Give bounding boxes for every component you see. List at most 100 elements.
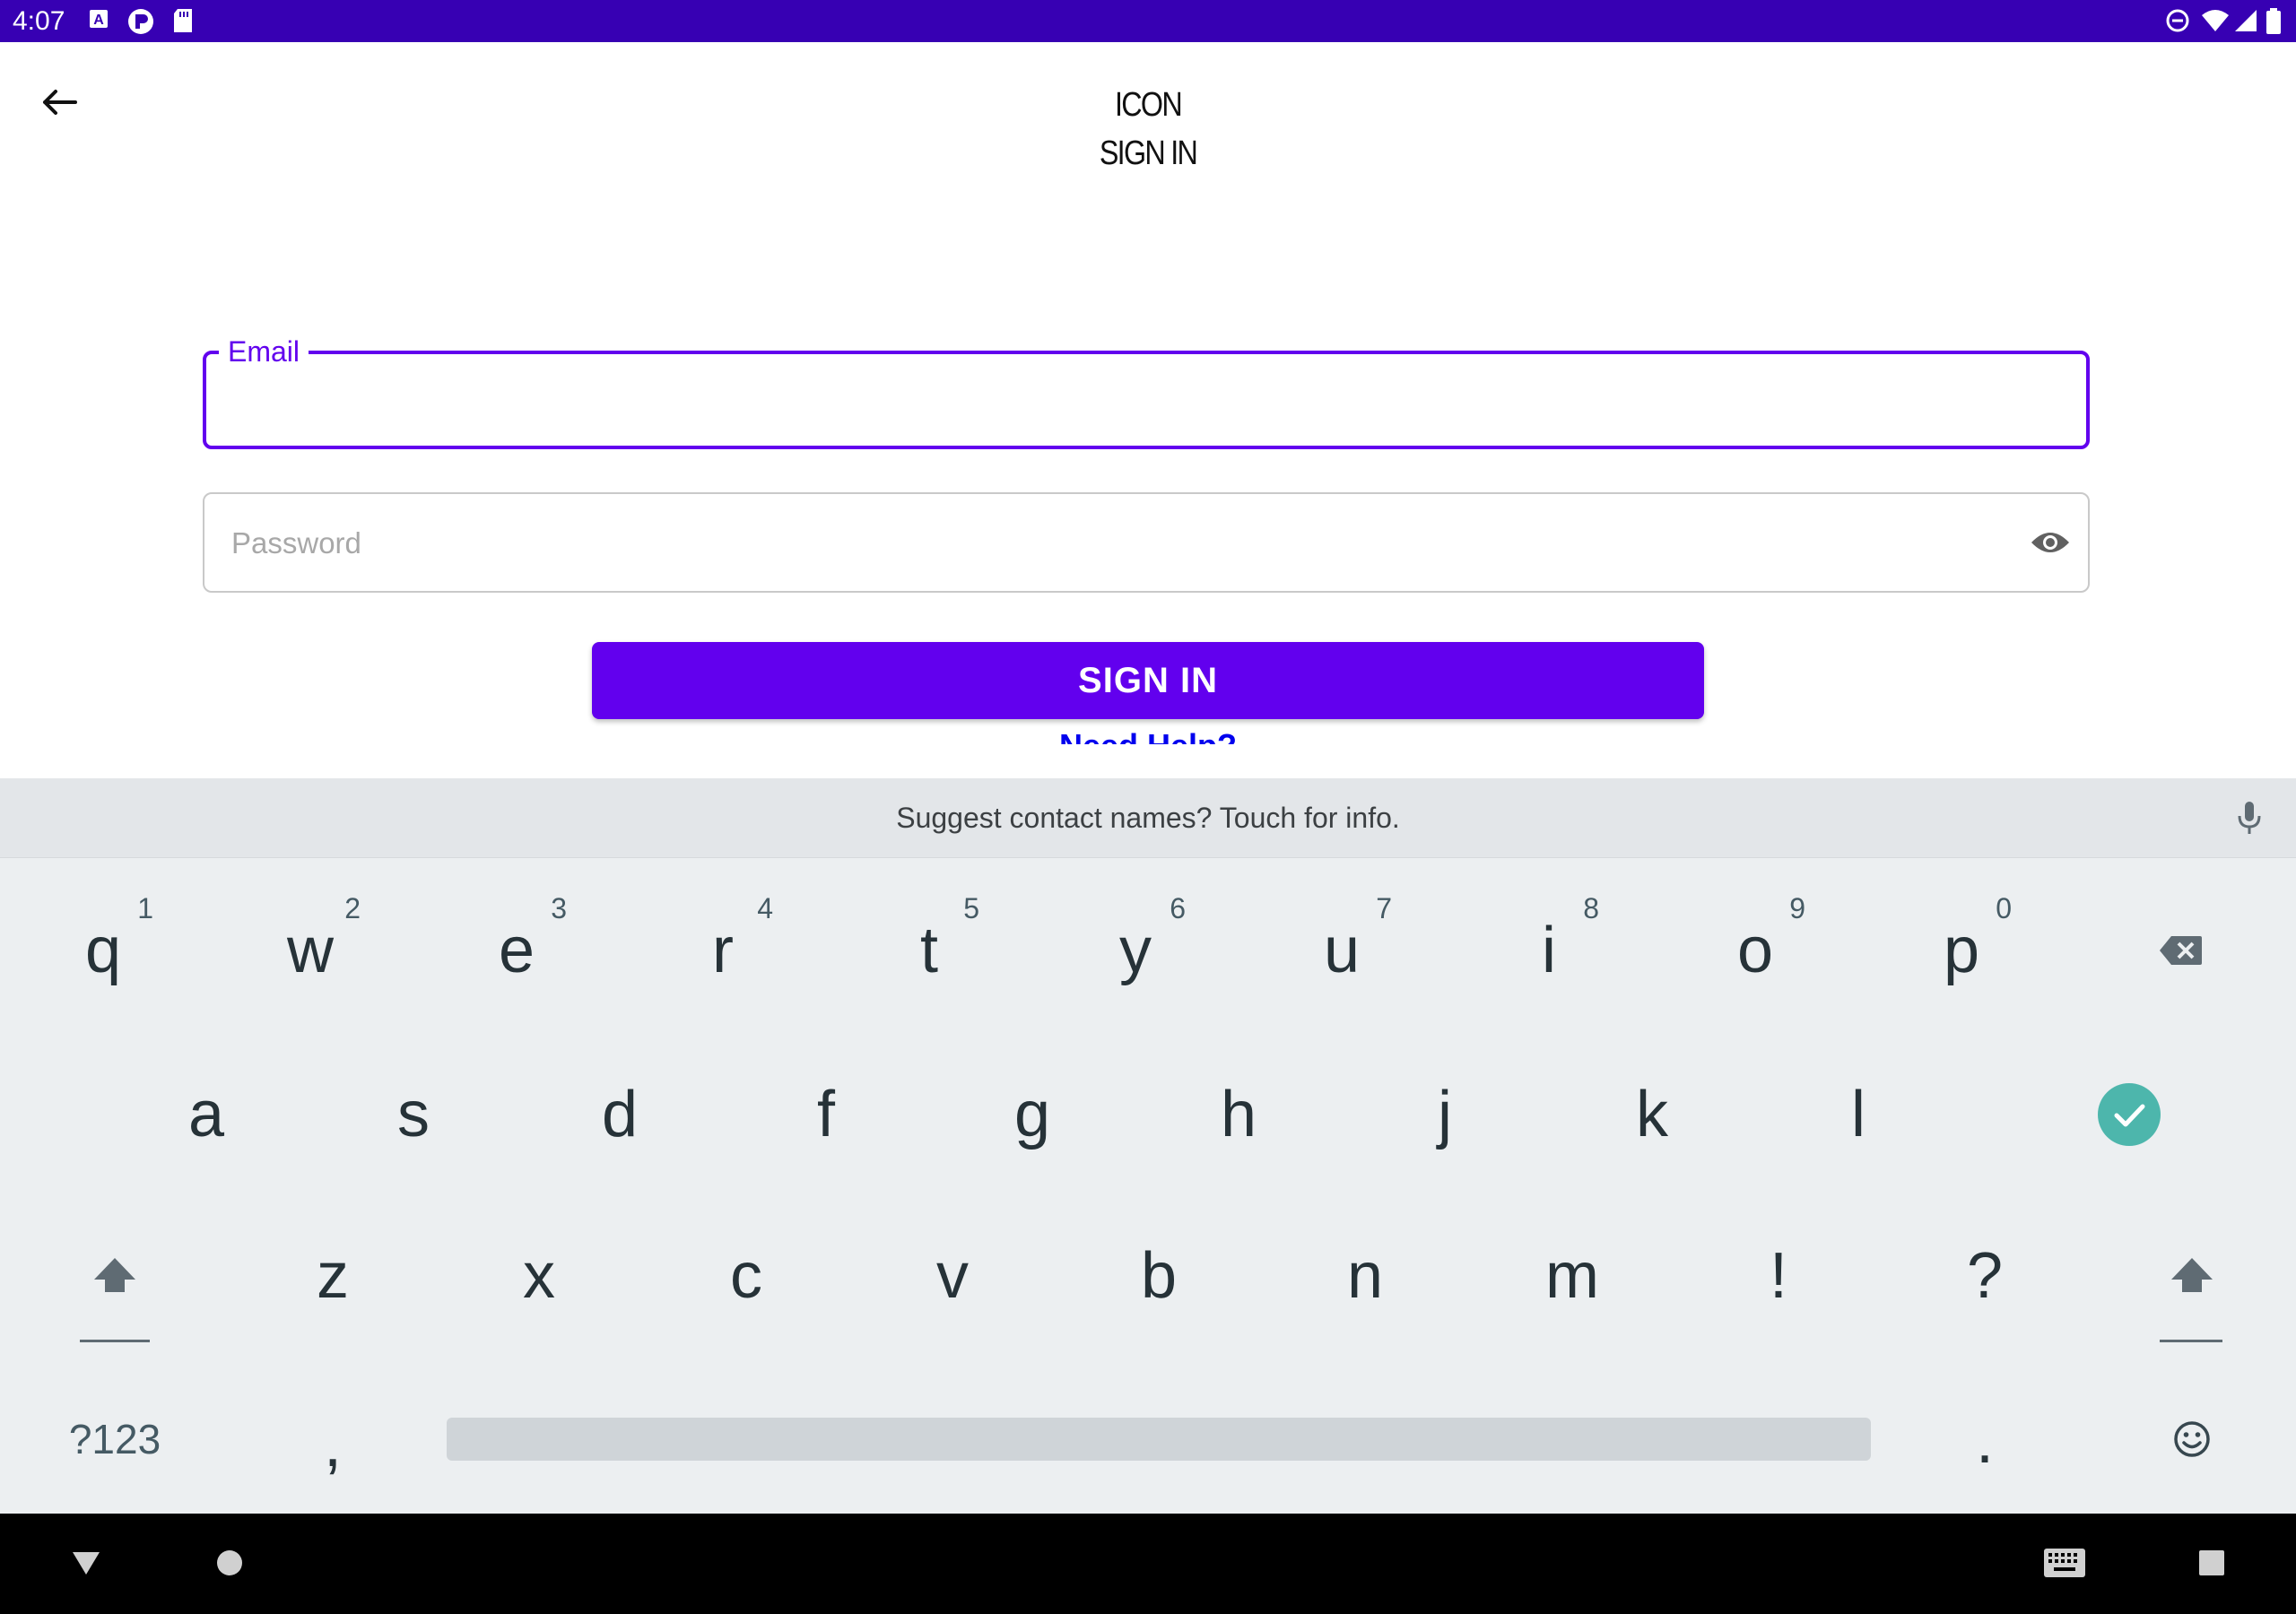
suggestion-bar[interactable]: Suggest contact names? Touch for info. [0, 778, 2296, 858]
need-help-link-container: Need Help? [987, 728, 1309, 744]
key-r[interactable]: r4 [660, 883, 786, 1018]
key-m[interactable]: m [1509, 1209, 1635, 1343]
key-hint: 1 [137, 892, 153, 924]
key-c[interactable]: c [683, 1209, 809, 1343]
key-hint: 8 [1583, 892, 1599, 924]
keyboard-icon [2044, 1549, 2085, 1577]
key-b[interactable]: b [1096, 1209, 1222, 1343]
key-f[interactable]: f [763, 1047, 889, 1182]
key-v[interactable]: v [890, 1209, 1015, 1343]
shift-icon [2171, 1258, 2213, 1292]
soft-keyboard: Suggest contact names? Touch for info. q… [0, 778, 2296, 1514]
key-exclamation[interactable]: ! [1716, 1209, 1841, 1343]
key-j[interactable]: j [1382, 1047, 1508, 1182]
back-arrow-icon [43, 90, 77, 115]
svg-text:A: A [93, 13, 104, 28]
key-q[interactable]: q1 [40, 883, 166, 1018]
suggestion-text[interactable]: Suggest contact names? Touch for info. [0, 800, 2296, 836]
shift-icon [94, 1258, 135, 1292]
symbols-key[interactable]: ?123 [52, 1372, 178, 1506]
page-title: ICON SIGN IN [969, 81, 1327, 178]
key-k[interactable]: k [1589, 1047, 1715, 1182]
a-icon: A [88, 8, 109, 34]
shift-key-left[interactable] [52, 1209, 178, 1343]
key-hint: 0 [1996, 892, 2012, 924]
status-bar: 4:07 A [0, 0, 2296, 42]
key-t[interactable]: t5 [866, 883, 992, 1018]
key-g[interactable]: g [970, 1047, 1095, 1182]
backspace-key[interactable] [2118, 883, 2244, 1018]
signal-icon [2233, 8, 2258, 38]
home-nav-button[interactable] [203, 1540, 257, 1585]
key-l[interactable]: l [1796, 1047, 1921, 1182]
square-icon [2199, 1550, 2224, 1575]
back-button[interactable] [32, 79, 86, 126]
home-circle-icon [217, 1550, 242, 1575]
key-label: y [1119, 915, 1152, 986]
key-u[interactable]: u7 [1279, 883, 1405, 1018]
done-key[interactable] [2066, 1047, 2192, 1182]
sign-in-button[interactable]: SIGN IN [592, 642, 1704, 719]
key-n[interactable]: n [1302, 1209, 1428, 1343]
backspace-icon [2160, 936, 2202, 965]
key-i[interactable]: i8 [1486, 883, 1612, 1018]
key-label: q [84, 915, 122, 986]
key-p[interactable]: p0 [1899, 883, 2024, 1018]
title-line-1: ICON [1115, 86, 1183, 124]
key-hint: 6 [1170, 892, 1186, 924]
key-label: e [498, 915, 535, 986]
navigation-bar [0, 1514, 2296, 1614]
mic-button[interactable] [2228, 796, 2271, 839]
key-x[interactable]: x [476, 1209, 602, 1343]
password-placeholder: Password [231, 526, 361, 560]
mic-icon [2238, 802, 2261, 834]
key-question[interactable]: ? [1922, 1209, 2048, 1343]
key-s[interactable]: s [351, 1047, 476, 1182]
key-label: o [1736, 915, 1774, 986]
key-o[interactable]: o9 [1692, 883, 1818, 1018]
key-hint: 9 [1789, 892, 1805, 924]
recents-nav-button[interactable] [2185, 1540, 2239, 1585]
email-label: Email [219, 335, 309, 368]
key-a[interactable]: a [144, 1047, 269, 1182]
sd-card-icon [172, 8, 194, 38]
battery-icon [2266, 8, 2282, 39]
key-label: p [1943, 915, 1980, 986]
dnd-icon [2165, 8, 2190, 38]
key-label: i [1542, 915, 1556, 986]
emoji-icon [2174, 1421, 2210, 1457]
checkmark-icon [2098, 1083, 2161, 1146]
key-period[interactable]: . [1922, 1372, 2048, 1506]
key-hint: 5 [963, 892, 979, 924]
key-w[interactable]: w2 [248, 883, 373, 1018]
key-z[interactable]: z [270, 1209, 396, 1343]
email-field[interactable] [203, 351, 2090, 449]
shift-indicator [80, 1340, 150, 1342]
wifi-icon [2201, 8, 2230, 38]
key-hint: 2 [344, 892, 361, 924]
need-help-link[interactable]: Need Help? [987, 728, 1309, 744]
key-comma[interactable]: , [270, 1372, 396, 1506]
shift-key-right[interactable] [2129, 1209, 2255, 1343]
key-hint: 4 [757, 892, 773, 924]
key-label: r [712, 915, 734, 986]
status-time: 4:07 [13, 6, 65, 36]
keyboard-switch-button[interactable] [2038, 1540, 2092, 1585]
key-label: w [287, 915, 334, 986]
key-h[interactable]: h [1176, 1047, 1301, 1182]
spacebar[interactable] [447, 1418, 1871, 1461]
key-hint: 7 [1376, 892, 1392, 924]
show-password-button[interactable] [2023, 520, 2077, 565]
title-line-2: SIGN IN [1099, 134, 1198, 172]
key-hint: 3 [551, 892, 567, 924]
back-nav-button[interactable] [59, 1540, 113, 1585]
key-label: t [919, 915, 938, 986]
shift-indicator [2160, 1340, 2222, 1342]
p-icon [127, 8, 154, 39]
key-y[interactable]: y6 [1073, 883, 1198, 1018]
key-d[interactable]: d [557, 1047, 683, 1182]
password-field[interactable] [203, 492, 2090, 593]
emoji-key[interactable] [2129, 1372, 2255, 1506]
key-e[interactable]: e3 [454, 883, 579, 1018]
eye-icon [2031, 533, 2069, 552]
